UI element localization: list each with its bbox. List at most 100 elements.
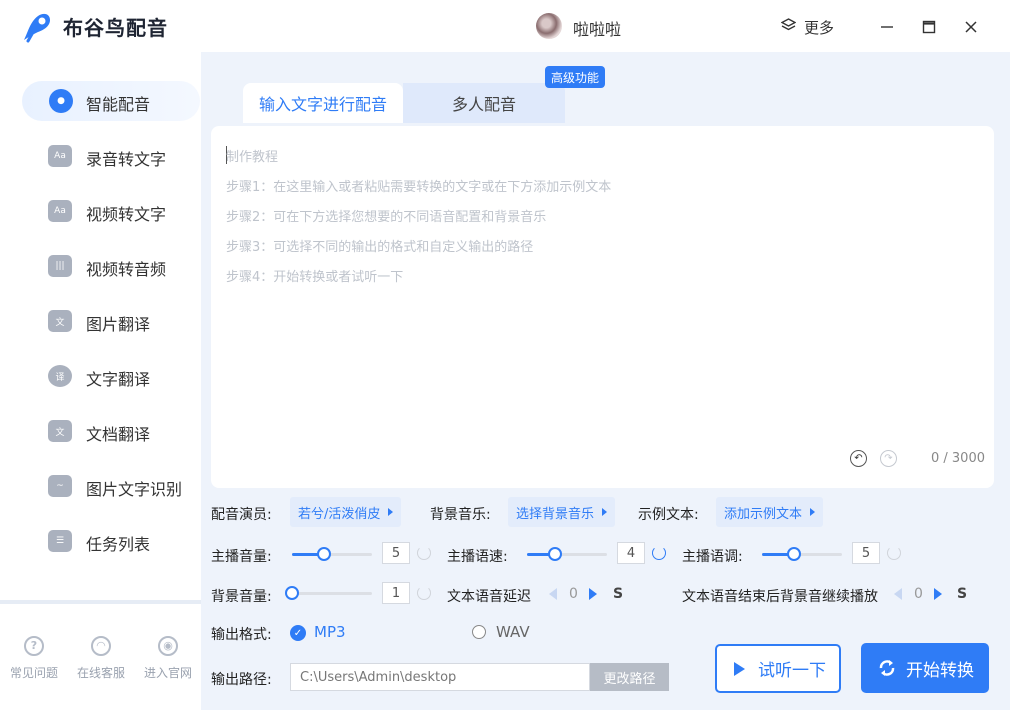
bg-volume-slider[interactable]	[285, 586, 372, 600]
maximize-button[interactable]	[916, 14, 942, 40]
caret-right-icon	[602, 508, 608, 516]
sidebar-item-label: 录音转文字	[86, 150, 167, 169]
sidebar-item-video-to-text[interactable]: Aa 视频转文字	[22, 191, 200, 231]
sidebar-item-label: 智能配音	[86, 95, 151, 114]
more-menu-button[interactable]: 更多	[804, 17, 834, 38]
user-avatar[interactable]	[536, 13, 562, 39]
reset-icon[interactable]	[652, 546, 666, 560]
pitch-value[interactable]: 5	[852, 542, 880, 564]
delay-label: 文本语音延迟	[447, 589, 531, 605]
bg-continue-value[interactable]: 0	[914, 586, 923, 602]
video-audio-icon: |||	[48, 255, 72, 277]
support-icon: ◠	[91, 636, 111, 656]
main-volume-slider[interactable]	[292, 547, 372, 561]
placeholder-title: 制作教程	[226, 150, 279, 165]
minimize-button[interactable]	[874, 14, 900, 40]
slider-knob[interactable]	[317, 547, 331, 561]
layers-icon[interactable]	[781, 18, 796, 33]
reset-icon[interactable]	[417, 586, 431, 600]
website-button[interactable]: ◉ 进入官网	[138, 636, 198, 686]
sidebar-item-image-translate[interactable]: 文 图片翻译	[22, 301, 200, 341]
bg-continue-unit: S	[957, 586, 968, 602]
sidebar-item-smart-dubbing[interactable]: ● 智能配音	[22, 81, 200, 121]
reset-icon[interactable]	[417, 546, 431, 560]
bg-volume-value[interactable]: 1	[382, 582, 410, 604]
mp3-radio[interactable]: ✓	[290, 625, 306, 641]
format-label: 输出格式:	[211, 627, 272, 643]
voice-label: 配音演员:	[211, 507, 272, 523]
character-count: 0 / 3000	[931, 451, 985, 466]
redo-icon[interactable]: ↷	[880, 450, 897, 467]
placeholder-step-2: 步骤2：可在下方选择您想要的不同语音配置和背景音乐	[226, 210, 547, 225]
bg-volume-label: 背景音量:	[211, 589, 272, 605]
reset-icon[interactable]	[887, 546, 901, 560]
sidebar-item-doc-translate[interactable]: 文 文档翻译	[22, 411, 200, 451]
sidebar-item-ocr[interactable]: ~ 图片文字识别	[22, 466, 200, 506]
change-path-button[interactable]: 更改路径	[590, 663, 669, 691]
sample-label: 示例文本:	[638, 507, 699, 523]
increase-icon[interactable]	[934, 588, 942, 600]
speed-slider[interactable]	[527, 547, 607, 561]
help-label: 常见问题	[9, 666, 58, 680]
audio-text-icon: Aa	[48, 145, 72, 167]
sidebar-item-label: 视频转文字	[86, 205, 167, 224]
speed-value[interactable]: 4	[617, 542, 645, 564]
tab-multi-voice[interactable]: 多人配音	[403, 83, 565, 123]
pitch-label: 主播语调:	[682, 549, 743, 565]
sidebar-item-text-translate[interactable]: 译 文字翻译	[22, 356, 200, 396]
voice-value: 若兮/活泼俏皮	[298, 506, 381, 522]
undo-icon[interactable]: ↶	[850, 450, 867, 467]
main-volume-value[interactable]: 5	[382, 542, 410, 564]
slider-knob[interactable]	[548, 547, 562, 561]
decrease-icon[interactable]	[894, 588, 902, 600]
sample-value: 添加示例文本	[724, 506, 803, 522]
convert-icon	[879, 660, 895, 676]
sample-text-selector[interactable]: 添加示例文本	[716, 497, 824, 527]
placeholder-step-3: 步骤3：可选择不同的输出的格式和自定义输出的路径	[226, 240, 534, 255]
sidebar-item-audio-to-text[interactable]: Aa 录音转文字	[22, 136, 200, 176]
start-convert-label: 开始转换	[906, 660, 974, 681]
app-window: 布谷鸟配音 啦啦啦 更多 ● 智能配音 Aa 录音转文字 Aa 视频转文字 ||…	[0, 0, 1010, 710]
sidebar-item-label: 图片翻译	[86, 315, 151, 334]
close-button[interactable]	[958, 14, 984, 40]
wav-label[interactable]: WAV	[496, 623, 530, 641]
tab-text-dubbing[interactable]: 输入文字进行配音	[243, 83, 403, 123]
bird-logo-icon	[24, 13, 50, 43]
sidebar-item-label: 文字翻译	[86, 370, 151, 389]
premium-badge: 高级功能	[545, 66, 606, 88]
path-label: 输出路径:	[211, 672, 272, 688]
sidebar-item-video-to-audio[interactable]: ||| 视频转音频	[22, 246, 200, 286]
bgm-label: 背景音乐:	[430, 507, 491, 523]
voice-selector[interactable]: 若兮/活泼俏皮	[290, 497, 402, 527]
sidebar-item-label: 文档翻译	[86, 425, 151, 444]
ocr-icon: ~	[48, 475, 72, 497]
caret-right-icon	[388, 508, 394, 516]
sidebar-item-label: 视频转音频	[86, 260, 167, 279]
output-path-input[interactable]: C:\Users\Admin\desktop	[290, 663, 590, 691]
start-convert-button[interactable]: 开始转换	[861, 643, 989, 693]
placeholder-step-4: 步骤4：开始转换或者试听一下	[226, 270, 404, 285]
pitch-slider[interactable]	[762, 547, 842, 561]
support-button[interactable]: ◠ 在线客服	[71, 636, 131, 686]
mp3-label[interactable]: MP3	[314, 623, 346, 641]
slider-knob[interactable]	[285, 586, 299, 600]
sidebar-item-label: 任务列表	[86, 535, 151, 554]
caret-right-icon	[810, 508, 816, 516]
preview-label: 试听一下	[758, 661, 826, 681]
bgm-value: 选择背景音乐	[516, 506, 595, 522]
help-button[interactable]: ? 常见问题	[4, 636, 64, 686]
doc-translate-icon: 文	[48, 420, 72, 442]
website-label: 进入官网	[143, 666, 192, 680]
sidebar-item-label: 图片文字识别	[86, 480, 183, 499]
preview-button[interactable]: 试听一下	[715, 644, 841, 693]
bgm-selector[interactable]: 选择背景音乐	[508, 497, 616, 527]
username[interactable]: 啦啦啦	[573, 16, 621, 40]
delay-value[interactable]: 0	[569, 586, 578, 602]
sidebar-item-task-list[interactable]: ☰ 任务列表	[22, 521, 200, 561]
increase-icon[interactable]	[589, 588, 597, 600]
close-icon	[965, 21, 977, 33]
decrease-icon[interactable]	[549, 588, 557, 600]
slider-knob[interactable]	[787, 547, 801, 561]
wav-radio[interactable]	[472, 625, 486, 639]
sidebar-divider	[0, 600, 201, 604]
